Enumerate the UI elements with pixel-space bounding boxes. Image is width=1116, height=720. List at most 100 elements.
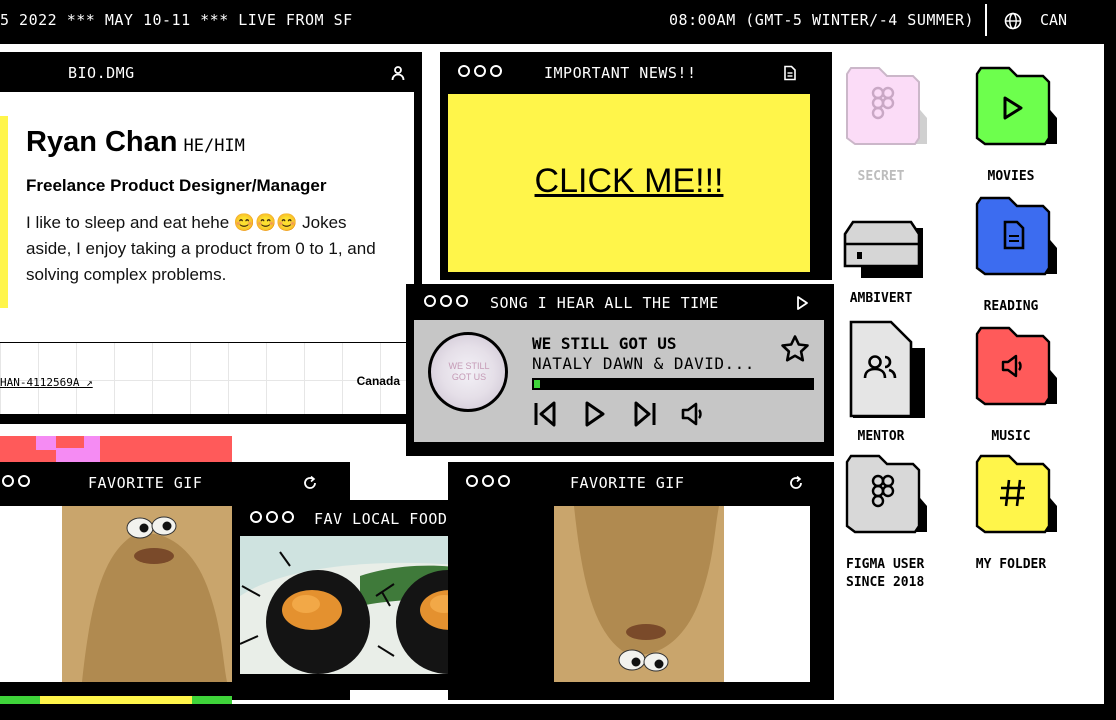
globe-icon[interactable] [1004,12,1022,30]
color-stripe [40,696,192,704]
desktop-icon-label: MOVIES [987,169,1035,184]
pixel-decoration [84,436,100,450]
window-title: BIO.DMG [68,64,135,82]
news-titlebar[interactable]: IMPORTANT NEWS!! [440,52,832,94]
song-title: WE STILL GOT US [532,334,677,353]
window-dot-icon[interactable] [18,475,30,487]
figma-folder-icon [846,67,927,145]
gif-image [554,506,724,682]
gif-titlebar[interactable]: FAVORITE GIF [448,462,834,504]
bio-window: BIO.DMG Ryan Chan HE/HIM Freelance Produc… [0,52,422,424]
window-dot-icon[interactable] [424,295,436,307]
news-content: CLICK ME!!! [448,94,810,272]
favorite-gif-window: FAVORITE GIF [448,462,834,700]
person-icon[interactable] [390,65,406,81]
window-dot-icon[interactable] [498,475,510,487]
accent-bar [0,116,8,308]
click-me-link[interactable]: CLICK ME!!! [448,162,810,201]
top-bar: 5 2022 *** MAY 10-11 *** LIVE FROM SF 08… [0,0,1116,44]
window-controls[interactable] [458,65,502,77]
bio-titlebar[interactable]: BIO.DMG [0,52,422,94]
divider [985,4,987,36]
desktop-icon-reading[interactable]: READING [956,194,1066,316]
desktop-icon-my-folder[interactable]: MY FOLDER [956,452,1066,574]
pronouns: HE/HIM [183,136,245,156]
window-title: FAVORITE GIF [570,474,685,492]
drive-icon [843,220,923,278]
people-file-icon [849,320,925,418]
window-title: SONG I HEAR ALL THE TIME [490,294,719,312]
desktop-icon-label: SECRET [857,169,905,184]
progress-fill [534,380,540,388]
gif-background [0,506,62,682]
song-window: SONG I HEAR ALL THE TIME WE STILL GOT US… [406,284,834,456]
desktop-icon-ambivert[interactable]: AMBIVERT [826,212,936,308]
profile-link[interactable]: HAN-4112569A ↗ [0,376,93,389]
window-controls[interactable] [424,295,468,307]
profile-name: Ryan Chan HE/HIM [26,126,245,159]
window-dot-icon[interactable] [282,511,294,523]
play-icon[interactable] [794,295,810,311]
window-title: FAVORITE GIF [88,474,203,492]
desktop-icon-label: MUSIC [991,429,1031,444]
window-dot-icon[interactable] [456,295,468,307]
desktop-icon-label: MENTOR [857,429,905,444]
gif-background [724,506,810,682]
document-icon[interactable] [782,65,798,81]
player: WE STILL GOT US WE STILL GOT US NATALY D… [414,320,824,442]
album-art-text: WE STILL GOT US [448,361,490,382]
window-dot-icon[interactable] [482,475,494,487]
window-dot-icon[interactable] [466,475,478,487]
window-dot-icon[interactable] [2,475,14,487]
window-title: FAV LOCAL FOOD [314,510,448,528]
desktop-icon-secret[interactable]: SECRET [826,64,936,186]
pixel-decoration [36,436,56,450]
window-dot-icon[interactable] [490,65,502,77]
skip-back-icon[interactable] [532,400,558,428]
desktop-icon-label: MY FOLDER [975,557,1047,572]
desktop-icon-music[interactable]: MUSIC [956,324,1066,446]
name-text: Ryan Chan [26,126,178,158]
desktop-icon-label: AMBIVERT [849,291,913,306]
country-code[interactable]: CAN [1040,11,1067,29]
document-folder-icon [975,196,1057,276]
refresh-icon[interactable] [788,475,804,491]
refresh-icon[interactable] [302,475,318,491]
skip-forward-icon[interactable] [632,400,658,428]
figma-folder-icon [845,454,927,534]
desktop-icon-figma-user[interactable]: FIGMA USER SINCE 2018 [826,452,936,592]
play-icon[interactable] [582,400,608,428]
profile-role: Freelance Product Designer/Manager [26,176,327,195]
music-folder-icon [975,326,1057,406]
clock: 08:00AM (GMT-5 WINTER/-4 SUMMER) [669,11,974,29]
play-folder-icon [975,66,1057,146]
window-dot-icon[interactable] [250,511,262,523]
window-dot-icon[interactable] [440,295,452,307]
window-dot-icon[interactable] [458,65,470,77]
window-dot-icon[interactable] [266,511,278,523]
gif-titlebar[interactable]: FAVORITE GIF [0,462,350,504]
event-ticker: 5 2022 *** MAY 10-11 *** LIVE FROM SF [0,11,353,29]
song-titlebar[interactable]: SONG I HEAR ALL THE TIME [406,284,834,320]
gif-image [62,506,234,682]
window-title: IMPORTANT NEWS!! [544,64,697,82]
color-stripe [0,696,40,704]
progress-bar[interactable] [532,378,814,390]
bio-content: Ryan Chan HE/HIM Freelance Product Design… [0,92,414,414]
album-art: WE STILL GOT US [428,332,508,412]
news-window: IMPORTANT NEWS!! CLICK ME!!! [440,52,832,280]
profile-description: I like to sleep and eat hehe 😊😊😊 Jokes a… [26,213,376,284]
desktop-icon-label: READING [983,299,1039,314]
desktop-icon-movies[interactable]: MOVIES [956,64,1066,186]
color-stripe [192,696,232,704]
desktop-icon-label: FIGMA USER SINCE 2018 [846,557,925,590]
window-dot-icon[interactable] [474,65,486,77]
hash-folder-icon [975,454,1057,534]
song-artist: NATALY DAWN & DAVID... [532,354,755,373]
window-controls[interactable] [250,511,294,523]
window-controls[interactable] [0,475,30,487]
window-controls[interactable] [466,475,510,487]
volume-icon[interactable] [680,400,706,428]
star-icon[interactable] [780,334,810,364]
desktop-icon-mentor[interactable]: MENTOR [826,318,936,446]
